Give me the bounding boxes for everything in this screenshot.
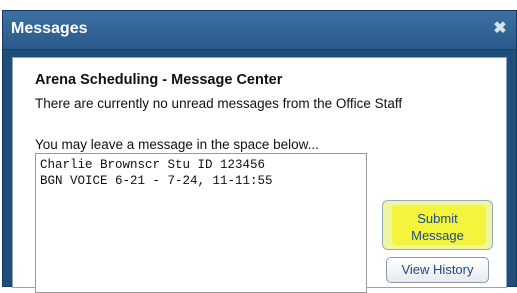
unread-status-text: There are currently no unread messages f… <box>35 96 403 111</box>
page-background <box>0 0 517 10</box>
view-history-button[interactable]: View History <box>386 257 489 283</box>
close-icon[interactable]: ✖ <box>492 21 508 37</box>
submit-message-button[interactable]: Submit Message <box>382 200 493 250</box>
dialog-titlebar[interactable]: Messages ✖ <box>3 11 516 50</box>
messages-dialog: Messages ✖ Arena Scheduling - Message Ce… <box>2 10 517 293</box>
dialog-content: Arena Scheduling - Message Center There … <box>12 57 507 293</box>
message-prompt-label: You may leave a message in the space bel… <box>35 137 319 152</box>
dialog-title: Messages <box>11 20 88 37</box>
submit-message-label: Submit Message <box>411 211 464 243</box>
page-heading: Arena Scheduling - Message Center <box>35 72 283 88</box>
message-textarea[interactable]: Charlie Brownscr Stu ID 123456 BGN VOICE… <box>35 153 367 293</box>
